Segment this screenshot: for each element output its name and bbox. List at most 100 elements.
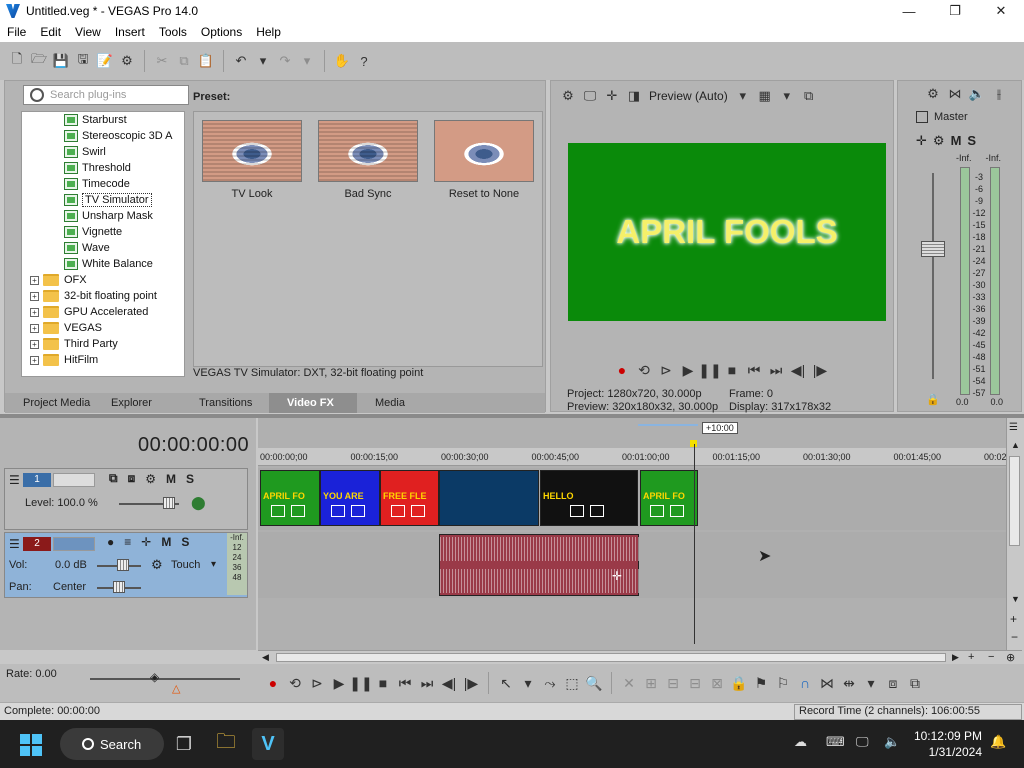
go-to-start-icon[interactable]: ⏮ <box>745 361 763 379</box>
selection-tool-icon[interactable]: ⬚ <box>563 674 581 692</box>
video-track-lane[interactable]: APRIL FO YOU ARE FREE FLE HELLO APRIL FO <box>258 468 1006 530</box>
track-list-menu-icon[interactable]: ☰ <box>1009 422 1018 433</box>
ripple-edit-icon[interactable]: ⇹ <box>840 674 858 692</box>
redo-dropdown-icon[interactable]: ▾ <box>298 52 316 70</box>
scroll-up-icon[interactable]: ▲ <box>1011 440 1020 450</box>
video-event[interactable] <box>439 470 539 526</box>
menu-help[interactable]: Help <box>249 25 288 39</box>
plugin-item[interactable]: Wave <box>22 240 184 256</box>
event-fx-icon[interactable] <box>670 505 684 517</box>
zoom-in-time-icon[interactable]: + <box>968 651 974 663</box>
mixer-icon[interactable]: ⫲ <box>990 85 1008 103</box>
plugin-item[interactable]: Swirl <box>22 144 184 160</box>
new-file-icon[interactable]: 🗋 <box>8 51 26 70</box>
grid-overlay-icon[interactable]: ▦ <box>756 87 774 105</box>
taskbar-search[interactable]: Search <box>60 728 164 760</box>
previous-frame-icon[interactable]: ◀| <box>440 674 458 692</box>
video-event[interactable]: HELLO <box>540 470 638 526</box>
zoom-out-tracks-icon[interactable]: − <box>1011 630 1018 644</box>
snapping-icon[interactable]: ∩ <box>796 674 814 692</box>
arm-record-icon[interactable]: ● <box>107 535 114 549</box>
scroll-right-icon[interactable]: ▶ <box>952 652 959 663</box>
scroll-down-icon[interactable]: ▼ <box>1011 594 1020 604</box>
go-to-end-icon[interactable]: ⏭ <box>418 674 436 692</box>
play-from-start-icon[interactable]: ⊳ <box>657 361 675 379</box>
master-properties-gear-icon[interactable]: ⚙ <box>924 85 942 103</box>
delete-icon[interactable]: ✕ <box>620 674 638 692</box>
preset-tv-look[interactable]: TV Look <box>202 120 302 200</box>
expand-icon[interactable]: + <box>30 323 39 333</box>
pan-slider-knob[interactable] <box>113 581 125 593</box>
play-icon[interactable]: ▶ <box>679 361 697 379</box>
track-name-field[interactable] <box>53 537 95 551</box>
loop-region-bar[interactable] <box>638 424 698 426</box>
go-to-start-icon[interactable]: ⏮ <box>396 674 414 692</box>
close-button[interactable]: ✕ <box>978 0 1024 22</box>
lock-envelopes-icon[interactable]: ⧈ <box>884 674 902 692</box>
expand-icon[interactable]: + <box>30 355 39 365</box>
properties-gear-icon[interactable]: ⚙ <box>118 52 136 70</box>
video-event[interactable]: FREE FLE <box>380 470 439 526</box>
next-frame-icon[interactable]: |▶ <box>811 361 829 379</box>
level-slider-knob[interactable] <box>163 497 175 509</box>
track-mute-button[interactable]: M <box>161 535 171 549</box>
record-icon[interactable]: ● <box>613 361 631 379</box>
menu-tools[interactable]: Tools <box>152 25 194 39</box>
volume-icon[interactable]: 🔈 <box>884 734 900 750</box>
help-icon[interactable]: ? <box>355 52 373 70</box>
notification-bell-icon[interactable]: 🔔 <box>990 734 1006 750</box>
event-pan-crop-icon[interactable] <box>390 505 405 517</box>
ignore-grouping-icon[interactable]: ⧉ <box>906 674 924 692</box>
loop-icon[interactable]: ⟲ <box>286 674 304 692</box>
track-fx-icon[interactable]: ⧈ <box>128 471 136 486</box>
chevron-down-icon[interactable]: ▾ <box>778 87 796 105</box>
trim-icon[interactable]: ⊞ <box>642 674 660 692</box>
record-icon[interactable]: ● <box>264 674 282 692</box>
zoom-tool-icon[interactable]: ⊕ <box>1006 651 1015 664</box>
task-view-icon[interactable]: ❐ <box>168 728 200 760</box>
expand-icon[interactable]: + <box>30 275 39 285</box>
volume-slider-knob[interactable] <box>117 559 129 571</box>
taskbar-clock[interactable]: 10:12:09 PM 1/31/2024 <box>908 728 982 760</box>
track-mute-button[interactable]: M <box>166 472 176 486</box>
network-icon[interactable]: ☁ <box>794 734 807 750</box>
expand-icon[interactable]: + <box>30 339 39 349</box>
master-fader-knob[interactable] <box>921 241 945 257</box>
event-pan-crop-icon[interactable] <box>331 505 345 517</box>
external-monitor-icon[interactable]: 🖵 <box>581 87 599 105</box>
automation-icon[interactable]: ✛ <box>141 535 151 549</box>
horizontal-scroll-thumb[interactable] <box>276 653 946 662</box>
tab-video-fx[interactable]: Video FX <box>269 393 357 413</box>
master-solo-button[interactable]: S <box>967 133 976 149</box>
vertical-scroll-thumb[interactable] <box>1009 456 1020 546</box>
lock-icon[interactable]: 🔒 <box>730 674 748 692</box>
tab-media-generators[interactable]: Media Generators <box>357 393 445 429</box>
plugin-item[interactable]: TV Simulator <box>22 192 184 208</box>
preview-quality-dropdown[interactable]: Preview (Auto) <box>649 89 728 103</box>
expand-icon[interactable]: + <box>30 307 39 317</box>
windows-start-icon[interactable] <box>20 734 42 756</box>
file-explorer-icon[interactable]: 🗀 <box>210 728 242 760</box>
preview-fx-icon[interactable]: ◨ <box>625 87 643 105</box>
render-icon[interactable]: 📝 <box>96 52 114 70</box>
timeline-horizontal-scrollbar[interactable]: ◀ ▶ + − ⊕ <box>258 650 1022 664</box>
plugin-item[interactable]: Unsharp Mask <box>22 208 184 224</box>
track-name-field[interactable] <box>53 473 95 487</box>
event-fx-icon[interactable] <box>351 505 365 517</box>
stop-icon[interactable]: ■ <box>723 361 741 379</box>
play-icon[interactable]: ▶ <box>330 674 348 692</box>
menu-file[interactable]: File <box>0 25 33 39</box>
event-fx-icon[interactable]: ✛ <box>612 569 622 583</box>
time-ruler[interactable]: 00:00:00;00 00:00:15;00 00:00:30;00 00:00:4… <box>258 448 1007 466</box>
plugin-folder[interactable]: + OFX <box>22 272 184 288</box>
track-motion-icon[interactable]: ⧉ <box>109 471 118 486</box>
rate-slider-knob[interactable]: ◈ <box>150 670 159 684</box>
envelope-tool-icon[interactable]: ⤳ <box>541 674 559 692</box>
menu-insert[interactable]: Insert <box>108 25 152 39</box>
trim-start-icon[interactable]: ⊟ <box>664 674 682 692</box>
video-event[interactable]: APRIL FO <box>640 470 698 526</box>
keyboard-icon[interactable]: ⌨ <box>826 734 845 750</box>
split-screen-icon[interactable]: ✛ <box>603 87 621 105</box>
event-pan-crop-icon[interactable] <box>570 505 584 517</box>
master-fx-icon[interactable]: ✛ <box>916 133 927 149</box>
